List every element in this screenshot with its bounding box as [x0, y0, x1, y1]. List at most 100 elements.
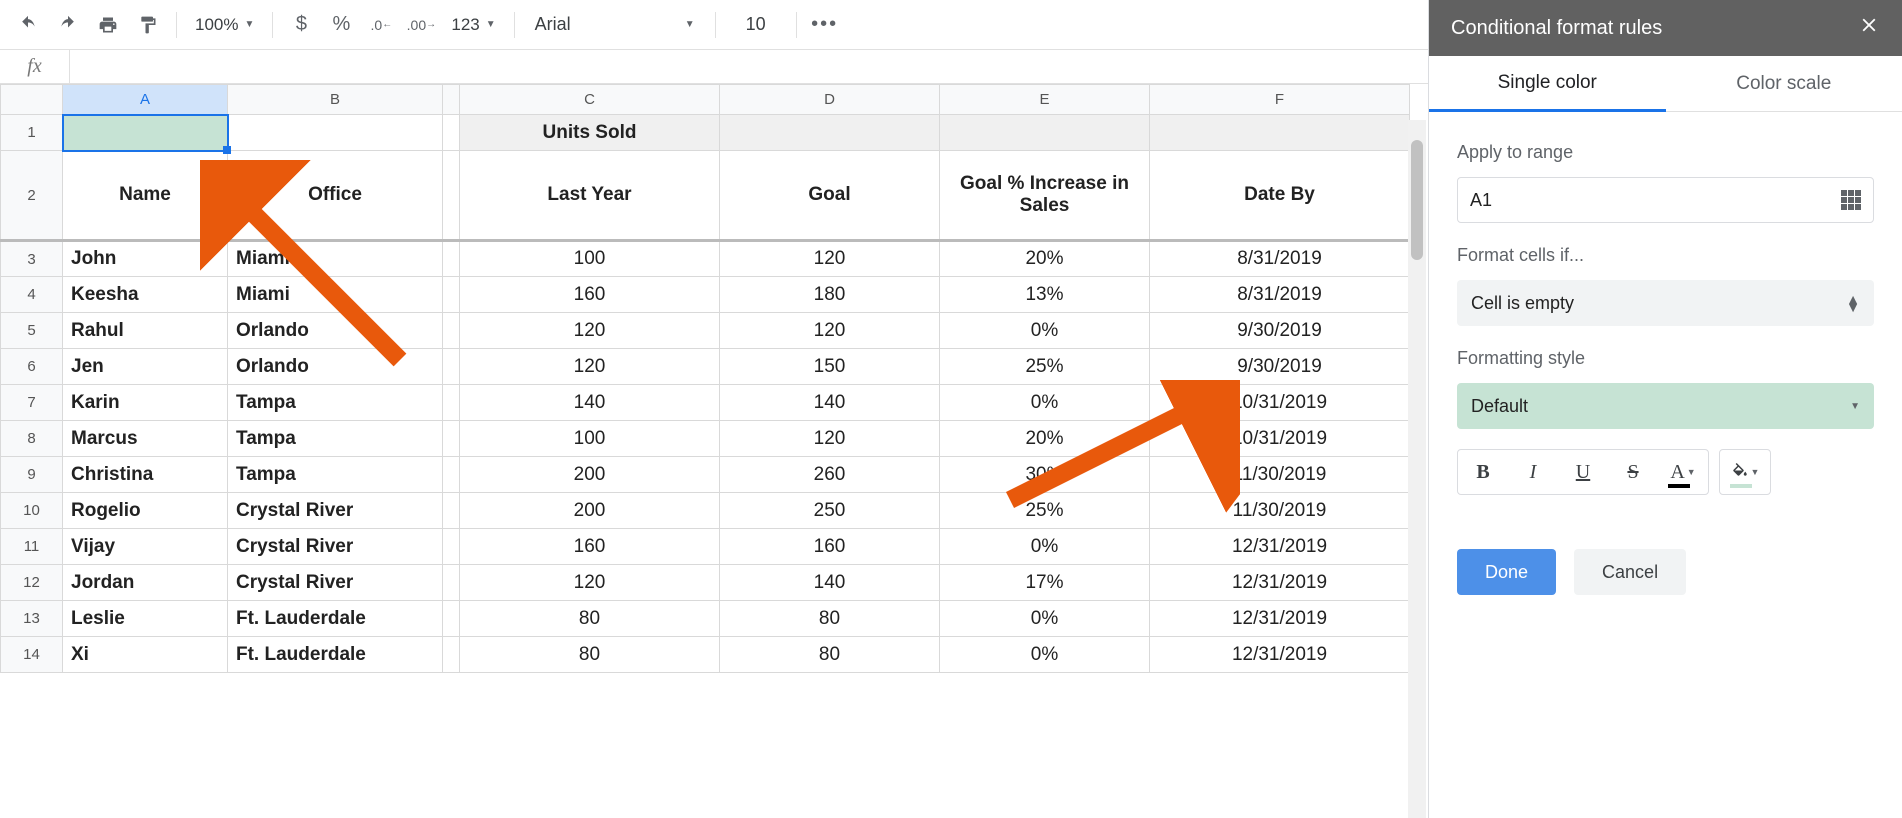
cell[interactable]: 120 [720, 421, 940, 457]
cell[interactable]: Miami [228, 241, 443, 277]
cell[interactable]: 150 [720, 349, 940, 385]
col-header-b[interactable]: B [228, 85, 443, 115]
row-header[interactable]: 10 [1, 493, 63, 529]
row-header[interactable]: 8 [1, 421, 63, 457]
cell[interactable]: 9/30/2019 [1150, 313, 1410, 349]
cell[interactable]: 12/31/2019 [1150, 601, 1410, 637]
cell[interactable]: 160 [720, 529, 940, 565]
condition-dropdown[interactable]: Cell is empty ▲▼ [1457, 280, 1874, 326]
cell[interactable]: 260 [720, 457, 940, 493]
text-color-button[interactable]: A ▼ [1658, 450, 1708, 494]
cell[interactable]: Units Sold [460, 115, 720, 151]
cell[interactable]: Keesha [63, 277, 228, 313]
row-header[interactable]: 14 [1, 637, 63, 673]
range-input[interactable]: A1 [1457, 177, 1874, 223]
cell[interactable]: 180 [720, 277, 940, 313]
number-format-dropdown[interactable]: 123▼ [443, 15, 503, 35]
cell[interactable]: 10/31/2019 [1150, 385, 1410, 421]
cell[interactable]: Last Year [460, 151, 720, 241]
grid[interactable]: A B C D E F 1 Units Sold 2 Name Office L… [0, 84, 1410, 673]
zoom-dropdown[interactable]: 100%▼ [187, 15, 262, 35]
done-button[interactable]: Done [1457, 549, 1556, 595]
cell[interactable] [1150, 115, 1410, 151]
cell[interactable]: 80 [460, 637, 720, 673]
cell[interactable]: 8/31/2019 [1150, 277, 1410, 313]
cell[interactable]: 20% [940, 241, 1150, 277]
cell[interactable]: 120 [460, 313, 720, 349]
bold-button[interactable]: B [1458, 450, 1508, 494]
cell[interactable]: Crystal River [228, 565, 443, 601]
cell[interactable]: 0% [940, 637, 1150, 673]
cell[interactable]: 25% [940, 493, 1150, 529]
cell[interactable]: 160 [460, 277, 720, 313]
cell[interactable]: 20% [940, 421, 1150, 457]
font-dropdown[interactable]: Arial▼ [525, 14, 705, 35]
fill-color-button[interactable]: ▼ [1720, 450, 1770, 494]
italic-button[interactable]: I [1508, 450, 1558, 494]
cell[interactable]: 80 [720, 637, 940, 673]
cell[interactable]: 12/31/2019 [1150, 565, 1410, 601]
cell[interactable]: 120 [460, 349, 720, 385]
scrollbar-thumb[interactable] [1411, 140, 1423, 260]
cell[interactable]: Marcus [63, 421, 228, 457]
cell[interactable]: Orlando [228, 313, 443, 349]
cell[interactable]: 13% [940, 277, 1150, 313]
cell[interactable]: 140 [720, 385, 940, 421]
cell[interactable]: Tampa [228, 457, 443, 493]
cell[interactable]: 120 [720, 241, 940, 277]
cell[interactable]: Goal [720, 151, 940, 241]
cell[interactable]: Name [63, 151, 228, 241]
cell[interactable]: Office [228, 151, 443, 241]
cell[interactable]: Karin [63, 385, 228, 421]
cell-a1[interactable] [63, 115, 228, 151]
tab-color-scale[interactable]: Color scale [1666, 56, 1902, 112]
paint-format-button[interactable] [130, 7, 166, 43]
cell[interactable]: Jordan [63, 565, 228, 601]
cell[interactable]: Date By [1150, 151, 1410, 241]
cell[interactable]: Xi [63, 637, 228, 673]
cell[interactable]: 80 [460, 601, 720, 637]
cancel-button[interactable]: Cancel [1574, 549, 1686, 595]
font-size-input[interactable]: 10 [726, 14, 786, 35]
more-toolbar-button[interactable]: ••• [807, 7, 843, 43]
cell[interactable] [228, 115, 443, 151]
cell[interactable]: 12/31/2019 [1150, 529, 1410, 565]
cell[interactable]: 0% [940, 313, 1150, 349]
cell[interactable]: Leslie [63, 601, 228, 637]
cell[interactable]: 200 [460, 493, 720, 529]
cell[interactable]: 11/30/2019 [1150, 457, 1410, 493]
print-button[interactable] [90, 7, 126, 43]
cell[interactable]: 100 [460, 241, 720, 277]
row-header[interactable]: 3 [1, 241, 63, 277]
row-header[interactable]: 12 [1, 565, 63, 601]
cell[interactable]: 80 [720, 601, 940, 637]
cell[interactable]: 17% [940, 565, 1150, 601]
row-header[interactable]: 7 [1, 385, 63, 421]
col-header-f[interactable]: F [1150, 85, 1410, 115]
cell[interactable]: 250 [720, 493, 940, 529]
increase-decimal-button[interactable]: .00→ [403, 7, 439, 43]
cell[interactable]: 8/31/2019 [1150, 241, 1410, 277]
cell[interactable]: 30% [940, 457, 1150, 493]
cell[interactable]: Tampa [228, 385, 443, 421]
cell[interactable]: 120 [460, 565, 720, 601]
style-dropdown[interactable]: Default ▼ [1457, 383, 1874, 429]
cell[interactable]: 12/31/2019 [1150, 637, 1410, 673]
cell[interactable]: Rahul [63, 313, 228, 349]
currency-button[interactable]: $ [283, 7, 319, 43]
row-header[interactable]: 13 [1, 601, 63, 637]
cell[interactable]: 140 [720, 565, 940, 601]
cell[interactable]: Miami [228, 277, 443, 313]
decrease-decimal-button[interactable]: .0← [363, 7, 399, 43]
col-header-c[interactable]: C [460, 85, 720, 115]
col-header-a[interactable]: A [63, 85, 228, 115]
select-all-corner[interactable] [1, 85, 63, 115]
cell[interactable]: 160 [460, 529, 720, 565]
cell[interactable] [720, 115, 940, 151]
cell[interactable]: 140 [460, 385, 720, 421]
cell[interactable]: 200 [460, 457, 720, 493]
cell[interactable]: 10/31/2019 [1150, 421, 1410, 457]
select-range-icon[interactable] [1841, 190, 1861, 210]
close-icon[interactable] [1858, 14, 1880, 42]
cell[interactable]: Tampa [228, 421, 443, 457]
